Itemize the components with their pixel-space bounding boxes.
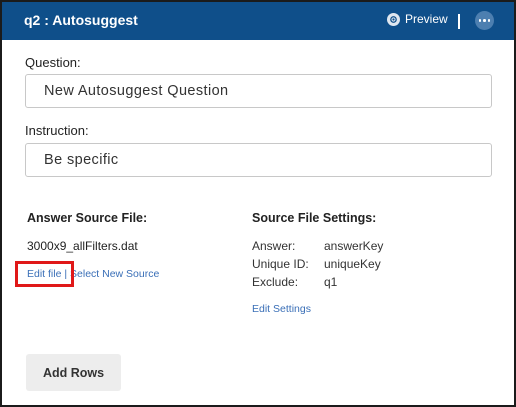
panel-header: q2 : Autosuggest Preview (2, 2, 514, 40)
eye-icon (387, 12, 400, 26)
panel-title: q2 : Autosuggest (24, 12, 138, 28)
edit-file-highlight-box (15, 261, 74, 287)
settings-value: uniqueKey (324, 257, 381, 271)
header-divider (458, 14, 460, 29)
instruction-label: Instruction: (25, 123, 89, 138)
source-settings-list: Answer: answerKey Unique ID: uniqueKey E… (252, 239, 383, 293)
question-input[interactable]: New Autosuggest Question (25, 74, 492, 108)
settings-key: Unique ID: (252, 257, 309, 271)
settings-row-unique-id: Unique ID: uniqueKey (252, 257, 383, 275)
autosuggest-panel: q2 : Autosuggest Preview Question: New A… (0, 0, 516, 407)
preview-button[interactable]: Preview (387, 12, 448, 26)
instruction-input[interactable]: Be specific (25, 143, 492, 177)
settings-key: Exclude: (252, 275, 299, 289)
source-settings-heading: Source File Settings: (252, 211, 377, 225)
add-rows-button[interactable]: Add Rows (26, 354, 121, 391)
source-file-name: 3000x9_allFilters.dat (27, 239, 138, 253)
more-options-button[interactable] (475, 11, 494, 30)
settings-key: Answer: (252, 239, 296, 253)
ellipsis-icon (478, 19, 482, 22)
ellipsis-icon (483, 19, 486, 22)
ellipsis-icon (487, 19, 491, 22)
settings-row-exclude: Exclude: q1 (252, 275, 383, 293)
preview-label: Preview (405, 12, 448, 26)
answer-source-heading: Answer Source File: (27, 211, 148, 225)
settings-value: q1 (324, 275, 338, 289)
settings-value: answerKey (324, 239, 384, 253)
edit-settings-link[interactable]: Edit Settings (252, 303, 311, 315)
select-new-source-link[interactable]: Select New Source (70, 268, 159, 280)
question-label: Question: (25, 55, 81, 70)
settings-row-answer: Answer: answerKey (252, 239, 383, 257)
